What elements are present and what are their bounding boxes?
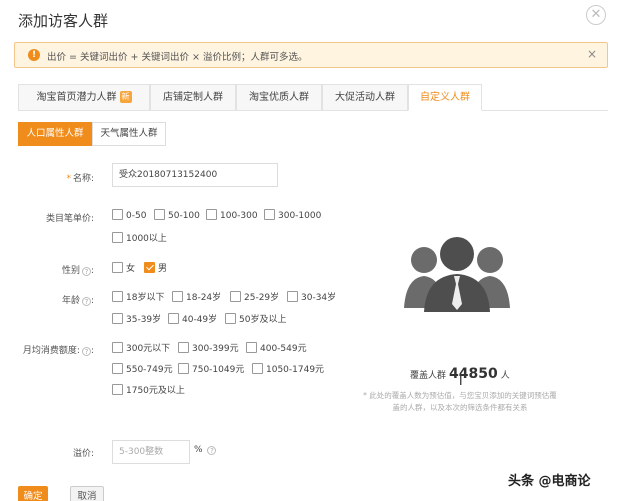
spend-option[interactable]: 550-749元 — [112, 362, 173, 375]
help-icon: ? — [81, 347, 91, 356]
spend-option[interactable]: 300-399元 — [178, 341, 239, 354]
age-option[interactable]: 40-49岁 — [168, 312, 217, 325]
confirm-button[interactable]: 确定 — [18, 486, 48, 501]
notice-close-icon[interactable]: × — [587, 47, 597, 61]
tab-label: 大促活动人群 — [335, 92, 395, 103]
age-option[interactable]: 35-39岁 — [112, 312, 161, 325]
tab-bar: 淘宝首页潜力人群新 店铺定制人群 淘宝优质人群 大促活动人群 自定义人群 — [18, 84, 608, 111]
age-option[interactable]: 18-24岁 — [172, 290, 221, 303]
premium-unit: % ? — [194, 445, 217, 455]
spend-option[interactable]: 300元以下 — [112, 341, 170, 354]
text-cursor-icon: I — [459, 374, 463, 388]
notice-banner: ! 出价 = 关键词出价 + 关键词出价 × 溢价比例；人群可多选。 × — [14, 42, 608, 68]
premium-input[interactable]: 5-300整数 — [112, 440, 190, 464]
tab-label: 自定义人群 — [420, 92, 470, 103]
age-option[interactable]: 30-34岁 — [287, 290, 336, 303]
audience-group-icon — [402, 232, 512, 328]
help-icon: ? — [81, 297, 91, 306]
spend-option[interactable]: 1050-1749元 — [252, 362, 324, 375]
warning-icon: ! — [28, 49, 40, 61]
new-badge: 新 — [119, 91, 132, 103]
age-option[interactable]: 50岁及以上 — [225, 312, 286, 325]
name-label: * 名称: — [66, 174, 94, 184]
age-option[interactable]: 25-29岁 — [230, 290, 279, 303]
gender-label: 性别?: — [61, 266, 94, 276]
price-option[interactable]: 0-50 — [112, 209, 146, 221]
tab-label: 淘宝优质人群 — [249, 92, 309, 103]
tab-quality[interactable]: 淘宝优质人群 — [236, 84, 322, 111]
tab-label: 淘宝首页潜力人群 — [36, 92, 117, 103]
dialog-title: 添加访客人群 — [18, 12, 109, 30]
premium-label: 溢价: — [72, 449, 94, 459]
price-option[interactable]: 50-100 — [154, 209, 200, 221]
coverage-note: * 此处的覆盖人数为预估值，与您宝贝添加的关键词预估覆盖的人群，以及本次的筛选条… — [363, 391, 557, 412]
spend-option[interactable]: 750-1049元 — [178, 362, 244, 375]
tab-promotion[interactable]: 大促活动人群 — [322, 84, 408, 111]
tab-label: 店铺定制人群 — [163, 92, 223, 103]
spend-option[interactable]: 400-549元 — [246, 341, 307, 354]
price-option[interactable]: 100-300 — [206, 209, 258, 221]
tab-store-custom[interactable]: 店铺定制人群 — [150, 84, 236, 111]
help-icon: ? — [207, 446, 217, 455]
tab-homepage-potential[interactable]: 淘宝首页潜力人群新 — [18, 84, 150, 111]
price-option[interactable]: 300-1000 — [264, 209, 321, 221]
spend-label: 月均消费额度:?: — [22, 346, 94, 356]
subtab-demographic[interactable]: 人口属性人群 — [18, 122, 92, 146]
tab-custom[interactable]: 自定义人群 — [408, 84, 482, 111]
age-option[interactable]: 18岁以下 — [112, 290, 164, 303]
price-option[interactable]: 1000以上 — [112, 231, 167, 244]
cancel-button[interactable]: 取消 — [70, 486, 104, 501]
close-icon[interactable]: ✕ — [586, 5, 606, 25]
watermark: 头条 @电商论 — [508, 474, 591, 489]
name-input[interactable]: 受众20180713152400 — [112, 163, 278, 187]
spend-option[interactable]: 1750元及以上 — [112, 383, 185, 396]
gender-female[interactable]: 女 — [112, 261, 135, 274]
help-icon: ? — [81, 267, 91, 276]
subtab-weather[interactable]: 天气属性人群 — [92, 122, 166, 146]
age-label: 年龄?: — [61, 296, 94, 306]
price-label: 类目笔单价: — [45, 214, 94, 224]
gender-male[interactable]: 男 — [144, 261, 167, 274]
notice-text: 出价 = 关键词出价 + 关键词出价 × 溢价比例；人群可多选。 — [47, 52, 308, 63]
